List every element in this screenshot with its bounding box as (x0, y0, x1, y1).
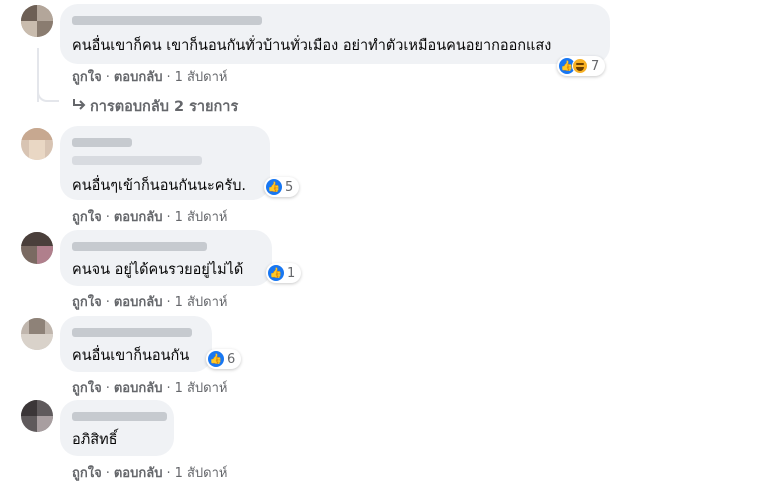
like-reaction-icon: 👍 (268, 265, 284, 281)
view-replies-label: การตอบกลับ 2 รายการ (90, 99, 239, 115)
comment-actions: ถูกใจ · ตอบกลับ · 1 สัปดาห์ (72, 210, 228, 225)
avatar[interactable] (21, 128, 53, 160)
reply-button[interactable]: ตอบกลับ (114, 295, 163, 310)
author-name-blurred[interactable] (72, 16, 262, 25)
comment-actions: ถูกใจ · ตอบกลับ · 1 สัปดาห์ (72, 70, 228, 85)
timestamp[interactable]: 1 สัปดาห์ (175, 70, 228, 85)
haha-reaction-icon (572, 58, 588, 74)
like-button[interactable]: ถูกใจ (72, 466, 102, 481)
comment-text: อภิสิทธิ์ (72, 432, 118, 448)
comment-bubble: อภิสิทธิ์ (60, 400, 174, 456)
reply-arrow-icon (72, 99, 90, 115)
author-name-blurred[interactable] (72, 242, 207, 251)
comment-bubble: คนจน อยู่ได้คนรวยอยู่ไม่ได้ (60, 230, 272, 286)
comment-text: คนจน อยู่ได้คนรวยอยู่ไม่ได้ (72, 262, 244, 278)
reaction-summary[interactable]: 👍 6 (206, 349, 242, 369)
author-name-blurred (72, 156, 202, 165)
like-button[interactable]: ถูกใจ (72, 381, 102, 396)
timestamp[interactable]: 1 สัปดาห์ (175, 381, 228, 396)
author-name-blurred[interactable] (72, 412, 167, 421)
comment-text: คนอื่นเขาก็คน เขาก็นอนกันทั่วบ้านทั่วเมื… (72, 38, 552, 54)
comment-text: คนอื่นๆเข้าก็นอนกันนะครับ. (72, 178, 247, 194)
reaction-summary[interactable]: 👍 7 (557, 56, 606, 76)
reply-button[interactable]: ตอบกลับ (114, 70, 163, 85)
comment-bubble: คนอื่นเขาก็นอนกัน (60, 316, 212, 372)
comment-bubble: คนอื่นเขาก็คน เขาก็นอนกันทั่วบ้านทั่วเมื… (60, 4, 610, 64)
like-reaction-icon: 👍 (208, 351, 224, 367)
reaction-count: 6 (227, 351, 236, 367)
comment-text: คนอื่นเขาก็นอนกัน (72, 348, 190, 364)
comment-actions: ถูกใจ · ตอบกลับ · 1 สัปดาห์ (72, 295, 228, 310)
reaction-count: 5 (285, 179, 294, 195)
reply-button[interactable]: ตอบกลับ (114, 210, 163, 225)
avatar[interactable] (21, 5, 53, 37)
like-reaction-icon: 👍 (266, 179, 282, 195)
reaction-summary[interactable]: 👍 1 (266, 263, 302, 283)
reply-button[interactable]: ตอบกลับ (114, 466, 163, 481)
like-button[interactable]: ถูกใจ (72, 295, 102, 310)
reaction-summary[interactable]: 👍 5 (264, 177, 300, 197)
reaction-count: 1 (287, 265, 296, 281)
like-button[interactable]: ถูกใจ (72, 70, 102, 85)
timestamp[interactable]: 1 สัปดาห์ (175, 210, 228, 225)
like-button[interactable]: ถูกใจ (72, 210, 102, 225)
comment-actions: ถูกใจ · ตอบกลับ · 1 สัปดาห์ (72, 466, 228, 481)
timestamp[interactable]: 1 สัปดาห์ (175, 295, 228, 310)
comment-bubble: คนอื่นๆเข้าก็นอนกันนะครับ. (60, 126, 270, 200)
avatar[interactable] (21, 318, 53, 350)
thread-connector (37, 88, 59, 102)
author-name-blurred[interactable] (72, 138, 132, 147)
avatar[interactable] (21, 232, 53, 264)
view-replies-link[interactable]: การตอบกลับ 2 รายการ (72, 95, 238, 118)
reply-button[interactable]: ตอบกลับ (114, 381, 163, 396)
avatar[interactable] (21, 400, 53, 432)
timestamp[interactable]: 1 สัปดาห์ (175, 466, 228, 481)
author-name-blurred[interactable] (72, 328, 192, 337)
reaction-count: 7 (591, 58, 600, 74)
comment-actions: ถูกใจ · ตอบกลับ · 1 สัปดาห์ (72, 381, 228, 396)
